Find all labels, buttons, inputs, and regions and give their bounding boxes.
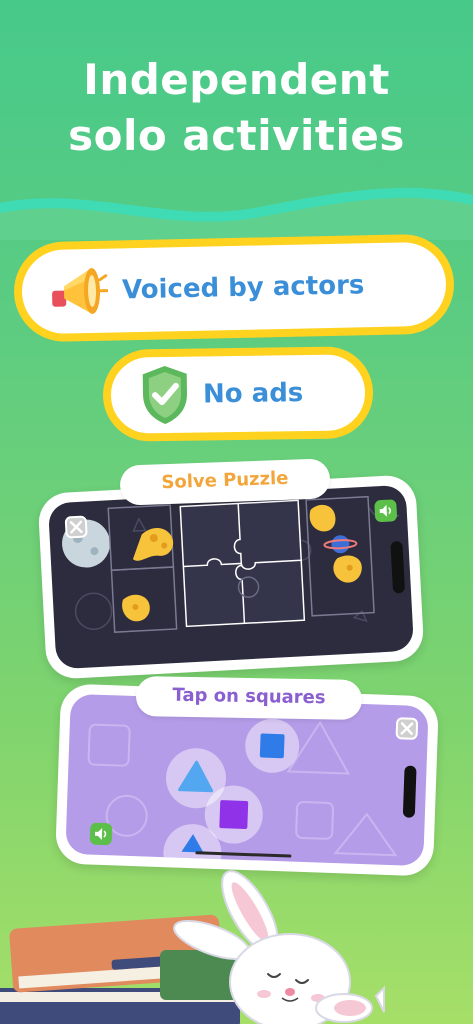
shape-bubble[interactable] bbox=[244, 717, 301, 774]
puzzle-board bbox=[62, 495, 400, 633]
feature-label: No ads bbox=[202, 378, 304, 410]
shape-bubble[interactable] bbox=[162, 823, 223, 867]
megaphone-icon bbox=[52, 267, 109, 314]
puzzle-caption: Solve Puzzle bbox=[119, 458, 331, 506]
close-button[interactable] bbox=[64, 515, 88, 539]
blue-square-icon bbox=[259, 733, 285, 759]
blue-triangle-icon bbox=[181, 834, 204, 853]
puzzle-screen bbox=[47, 484, 415, 670]
squares-screen bbox=[65, 693, 429, 867]
close-icon bbox=[69, 520, 83, 534]
squares-caption: Tap on squares bbox=[135, 676, 363, 720]
close-icon bbox=[400, 722, 414, 735]
sound-button[interactable] bbox=[374, 499, 398, 523]
hero-title: Independent solo activities bbox=[0, 52, 473, 164]
feature-no-ads: No ads bbox=[102, 346, 374, 442]
shield-check-icon bbox=[142, 366, 187, 425]
speaker-icon bbox=[94, 827, 107, 840]
sound-button[interactable] bbox=[89, 822, 113, 846]
puzzle-activity-preview bbox=[37, 474, 425, 680]
books-and-bunny-illustration bbox=[0, 870, 385, 1024]
close-button[interactable] bbox=[395, 717, 419, 740]
wave-divider bbox=[0, 187, 473, 240]
phone-notch bbox=[402, 765, 417, 818]
feature-voiced-by-actors: Voiced by actors bbox=[13, 233, 455, 343]
hero-title-line-2: solo activities bbox=[68, 111, 405, 160]
feature-label: Voiced by actors bbox=[121, 270, 365, 306]
hero-title-line-1: Independent bbox=[83, 55, 390, 104]
speaker-icon bbox=[379, 504, 391, 517]
